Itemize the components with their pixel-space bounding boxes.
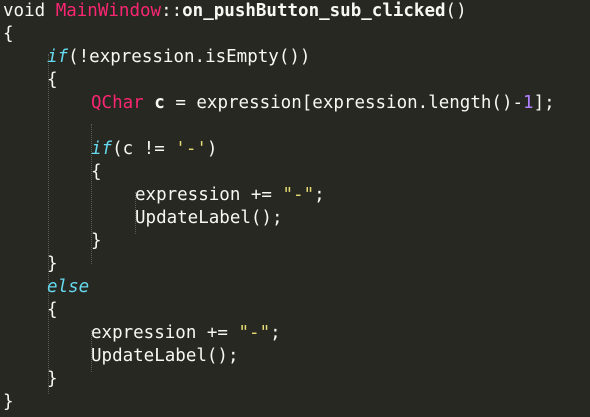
code-line-11: } — [47, 253, 58, 276]
identifier: expression — [135, 185, 241, 205]
code-editor[interactable]: void MainWindow::on_pushButton_sub_click… — [0, 0, 590, 417]
number-literal: 1 — [523, 93, 534, 113]
operator: += — [196, 323, 239, 343]
code-line-17: } — [3, 391, 14, 414]
function-name: on_pushButton_sub_clicked — [182, 1, 446, 21]
close-brace: } — [47, 254, 58, 274]
variable-name: c — [154, 93, 165, 113]
open-brace: { — [47, 300, 58, 320]
operator: += — [240, 185, 283, 205]
code-line-9: UpdateLabel(); — [135, 207, 283, 230]
open-brace: { — [3, 24, 14, 44]
code-line-8: expression += "-"; — [135, 184, 325, 207]
if-keyword: if — [47, 47, 69, 67]
dot: . — [194, 47, 206, 67]
parens: () — [445, 1, 467, 21]
code-line-13: { — [47, 299, 58, 322]
function-call: UpdateLabel(); — [135, 208, 283, 228]
class-name: MainWindow — [55, 1, 162, 21]
code-line-5: QChar c = expression[expression.length()… — [91, 92, 555, 115]
type-name: QChar — [91, 93, 144, 113]
identifier: expression — [91, 323, 197, 343]
code-line-7: { — [91, 161, 102, 184]
char-literal: '-' — [175, 139, 207, 159]
type-keyword: void — [3, 1, 46, 21]
close-brace: } — [47, 369, 58, 389]
identifier: expression — [196, 93, 302, 113]
string-literal: "-" — [282, 185, 315, 205]
function-call: UpdateLabel(); — [91, 346, 239, 366]
indent-guide — [48, 54, 49, 394]
identifier: expression — [312, 93, 418, 113]
semicolon: ; — [314, 185, 325, 205]
code-line-12: else — [47, 276, 89, 299]
method-name: isEmpty — [205, 47, 279, 67]
method-name: length — [428, 93, 492, 113]
semicolon: ; — [270, 323, 281, 343]
close-brace: } — [91, 231, 102, 251]
code-line-4: { — [47, 69, 58, 92]
punct: ()) — [278, 47, 311, 67]
else-keyword: else — [47, 277, 90, 297]
code-line-16: } — [47, 368, 58, 391]
punct: ()- — [491, 93, 524, 113]
code-line-15: UpdateLabel(); — [91, 345, 239, 368]
close-brace: } — [3, 392, 14, 412]
open-brace: { — [91, 162, 102, 182]
identifier: expression — [89, 47, 195, 67]
code-line-10: } — [91, 230, 102, 253]
code-line-6: if(c != '-') — [91, 138, 217, 161]
code-line-1: void MainWindow::on_pushButton_sub_click… — [3, 0, 467, 23]
scope-operator: :: — [161, 1, 183, 21]
open-brace: { — [47, 70, 58, 90]
assign-operator: = — [164, 93, 197, 113]
dot: . — [417, 93, 429, 113]
code-line-3: if(!expression.isEmpty()) — [47, 46, 310, 69]
code-line-2: { — [3, 23, 14, 46]
punct: ) — [206, 139, 218, 159]
punct: (! — [68, 47, 90, 67]
string-literal: "-" — [238, 323, 271, 343]
code-line-14: expression += "-"; — [91, 322, 281, 345]
condition: (c != — [112, 139, 176, 159]
if-keyword: if — [91, 139, 113, 159]
punct: ]; — [533, 93, 555, 113]
bracket-open: [ — [301, 93, 313, 113]
